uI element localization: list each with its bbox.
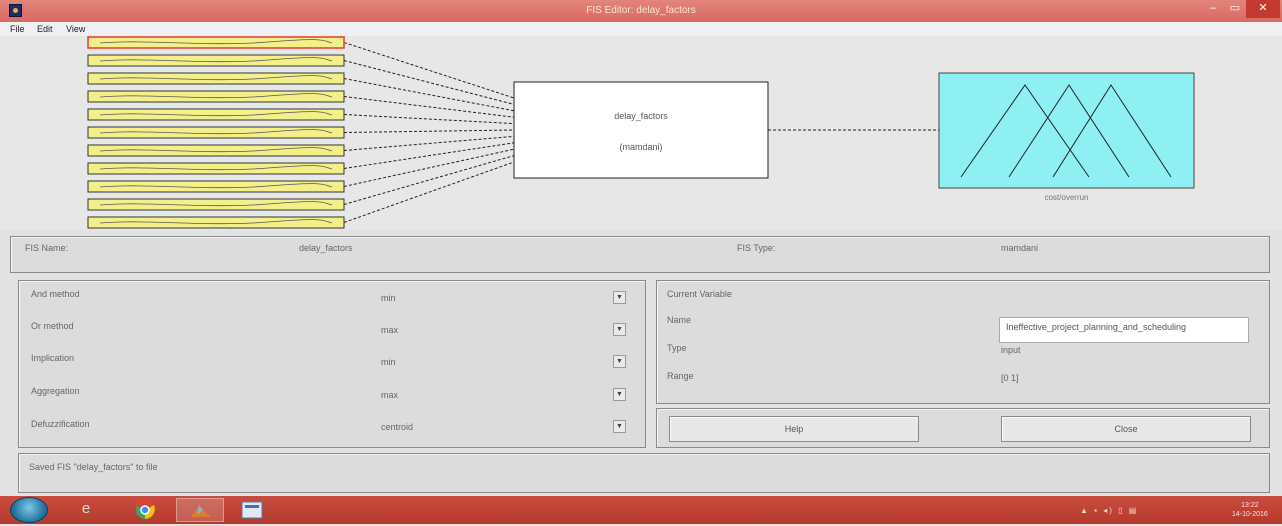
menu-bar: File Edit View — [0, 22, 1282, 36]
current-variable-panel: Current Variable Name Ineffective_projec… — [656, 280, 1270, 404]
aggregation-dropdown-arrow[interactable]: ▼ — [613, 388, 626, 401]
current-variable-heading: Current Variable — [667, 289, 732, 299]
implication-dropdown-arrow[interactable]: ▼ — [613, 355, 626, 368]
status-message: Saved FIS "delay_factors" to file — [29, 462, 158, 472]
input-variable-box-9[interactable] — [87, 180, 345, 193]
implication-label: Implication — [31, 353, 75, 363]
output-variable-box[interactable] — [938, 72, 1195, 189]
input-variable-box-7[interactable] — [87, 144, 345, 157]
input-connector-3 — [343, 78, 515, 112]
output-variable-label: cost/overrun — [1044, 193, 1089, 202]
status-panel: Saved FIS "delay_factors" to file — [18, 453, 1270, 493]
variable-name-input[interactable]: Ineffective_project_planning_and_schedul… — [999, 317, 1249, 343]
internet-explorer-icon[interactable]: e — [74, 498, 98, 522]
input-connector-10 — [343, 155, 515, 205]
close-window-button[interactable]: ✕ — [1246, 0, 1280, 18]
or-method-value[interactable]: max — [381, 325, 398, 335]
aggregation-value[interactable]: max — [381, 390, 398, 400]
methods-panel: And method min ▼ Or method max ▼ Implica… — [18, 280, 646, 448]
implication-value[interactable]: min — [381, 357, 396, 367]
clock-date: 14-10-2016 — [1232, 511, 1268, 518]
input-variable-box-1[interactable] — [87, 36, 345, 49]
input-connector-2 — [343, 60, 515, 105]
and-method-value[interactable]: min — [381, 293, 396, 303]
input-connector-11 — [343, 161, 515, 223]
variable-range-label: Range — [667, 371, 694, 381]
chrome-icon-glyph — [136, 499, 155, 519]
input-connector-7 — [343, 135, 515, 151]
or-method-dropdown-arrow[interactable]: ▼ — [613, 323, 626, 336]
maximize-button[interactable]: ▭ — [1224, 0, 1246, 18]
system-clock[interactable]: 13:22 14-10-2016 — [1232, 501, 1268, 519]
input-variable-box-11[interactable] — [87, 216, 345, 229]
system-name-label: delay_factors — [614, 111, 668, 121]
menu-edit[interactable]: Edit — [37, 24, 53, 34]
input-connector-4 — [343, 96, 515, 118]
start-orb-icon[interactable] — [10, 497, 48, 523]
window-title: FIS Editor: delay_factors — [586, 5, 696, 16]
variable-name-label: Name — [667, 315, 692, 325]
system-type-label: (mamdani) — [619, 142, 663, 152]
fis-info-panel: FIS Name: delay_factors FIS Type: mamdan… — [10, 236, 1270, 273]
input-variable-box-2[interactable] — [87, 54, 345, 67]
fis-type-label: FIS Type: — [737, 243, 776, 253]
fis-type-value: mamdani — [1001, 243, 1039, 253]
input-connector-9 — [343, 148, 515, 187]
aggregation-label: Aggregation — [31, 386, 80, 396]
matlab-icon-glyph — [191, 505, 211, 517]
clock-time: 13:22 — [1241, 502, 1259, 509]
close-button[interactable]: Close — [1001, 416, 1251, 442]
matlab-taskbar-icon[interactable] — [176, 498, 224, 522]
variable-type-label: Type — [667, 343, 687, 353]
fis-name-value: delay_factors — [299, 243, 353, 253]
fis-editor-icon[interactable] — [236, 498, 268, 522]
variable-range-value: [0 1] — [1001, 373, 1019, 383]
input-connector-1 — [343, 42, 515, 99]
input-variable-box-5[interactable] — [87, 108, 345, 121]
menu-view[interactable]: View — [66, 24, 85, 34]
or-method-label: Or method — [31, 321, 74, 331]
input-variable-box-3[interactable] — [87, 72, 345, 85]
defuzzification-dropdown-arrow[interactable]: ▼ — [613, 420, 626, 433]
fis-diagram: delay_factors delay_factors (mamdani) co… — [0, 36, 1282, 230]
input-variable-box-8[interactable] — [87, 162, 345, 175]
input-variable-box-4[interactable] — [87, 90, 345, 103]
fis-name-label: FIS Name: — [25, 243, 69, 253]
defuzzification-label: Defuzzification — [31, 419, 90, 429]
defuzzification-value[interactable]: centroid — [381, 422, 413, 432]
fis-editor-icon-glyph — [241, 501, 263, 519]
input-variable-box-10[interactable] — [87, 198, 345, 211]
minimize-button[interactable]: – — [1202, 0, 1224, 18]
title-bar: FIS Editor: delay_factors – ▭ ✕ — [0, 0, 1282, 22]
and-method-label: And method — [31, 289, 80, 299]
and-method-dropdown-arrow[interactable]: ▼ — [613, 291, 626, 304]
buttons-panel: Help Close — [656, 408, 1270, 448]
input-connector-5 — [343, 114, 515, 125]
menu-file[interactable]: File — [10, 24, 25, 34]
system-tray-icons[interactable]: ▲ ▪ ◂) ▯ ▤ — [1080, 506, 1138, 515]
input-connector-8 — [343, 142, 515, 169]
input-connector-6 — [343, 129, 515, 133]
fis-system-box[interactable] — [513, 81, 769, 179]
input-variable-box-6[interactable] — [87, 126, 345, 139]
variable-type-value: input — [1001, 345, 1021, 355]
chrome-icon[interactable] — [125, 498, 165, 522]
help-button[interactable]: Help — [669, 416, 919, 442]
